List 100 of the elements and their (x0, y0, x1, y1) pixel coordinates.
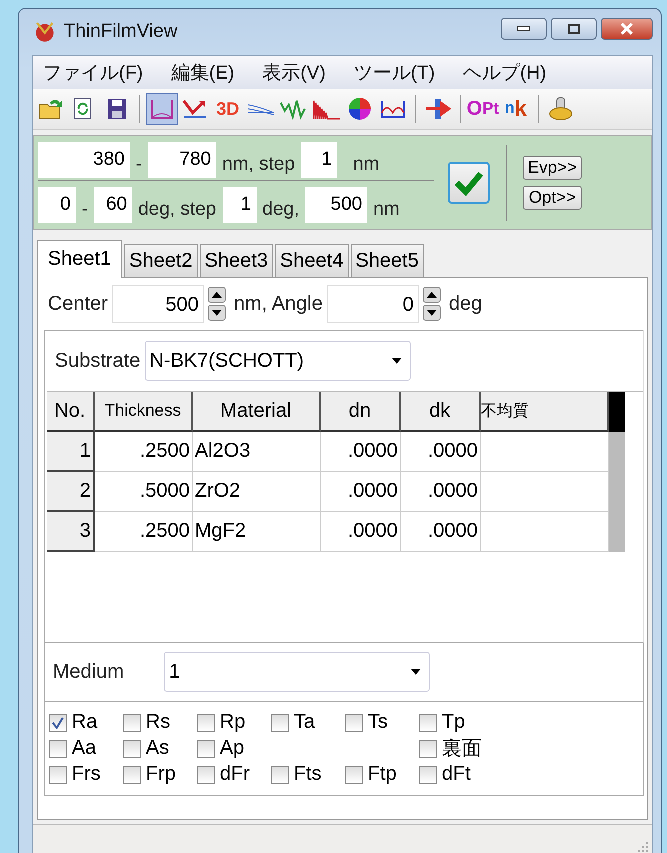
maximize-button[interactable] (551, 18, 597, 40)
checkbox-label: dFr (220, 763, 250, 786)
checkbox-label: As (146, 737, 170, 760)
sheet-tab[interactable]: Sheet5 (350, 244, 424, 277)
checkbox-label: Ta (294, 711, 316, 734)
checkbox[interactable] (123, 740, 141, 758)
substrate-dropdown[interactable]: N-BK7(SCHOTT) (144, 341, 411, 381)
sheet-tab[interactable]: Sheet4 (275, 244, 349, 277)
angle-field[interactable]: 0 (326, 285, 419, 323)
color-wheel-icon (346, 96, 374, 122)
close-button[interactable] (601, 18, 653, 40)
checkbox-label: Fts (294, 763, 322, 786)
table-cell: .5000 (95, 472, 193, 512)
checkbox[interactable] (419, 766, 437, 784)
unit-label: nm, step (222, 154, 296, 177)
menu-item[interactable]: ツール(T) (354, 60, 436, 86)
column-header[interactable]: Material (193, 392, 321, 432)
column-header[interactable]: dn (321, 392, 401, 432)
table-cell: .0000 (401, 432, 481, 472)
spin-buttons[interactable] (422, 287, 441, 321)
number-field[interactable]: 780 (148, 142, 216, 178)
maximize-icon (567, 23, 581, 35)
checkbox[interactable] (271, 766, 289, 784)
unit-label: nm, Angle (234, 292, 323, 316)
number-field[interactable]: 0 (38, 187, 76, 223)
option-button[interactable]: Opt>> (523, 186, 582, 210)
checkbox[interactable] (419, 714, 437, 732)
checkbox-label: Aa (72, 737, 96, 760)
table-cell: .2500 (95, 432, 193, 472)
minimize-button[interactable] (501, 18, 547, 40)
toolbar-button[interactable]: $^{n}$k (500, 93, 532, 125)
option-button[interactable]: Evp>> (523, 156, 582, 180)
number-field[interactable]: 60 (94, 187, 132, 223)
row-header[interactable]: 2 (47, 472, 95, 512)
table-cell: .2500 (95, 512, 193, 552)
dash-label: - (136, 154, 142, 177)
checkbox[interactable] (345, 766, 363, 784)
number-field[interactable]: 1 (301, 142, 338, 178)
sheet-tab[interactable]: Sheet3 (200, 244, 274, 277)
apply-button[interactable] (448, 162, 490, 204)
checkbox[interactable] (345, 714, 363, 732)
number-field[interactable]: 380 (38, 142, 130, 178)
checkbox-label: dFt (442, 763, 471, 786)
table-cell: ZrO2 (193, 472, 321, 512)
column-header[interactable]: dk (401, 392, 481, 432)
checkbox[interactable] (419, 740, 437, 758)
checkbox-label: Tp (442, 711, 466, 734)
unit-label: nm (353, 154, 380, 177)
checkbox[interactable] (123, 766, 141, 784)
dash-label: - (82, 199, 88, 222)
table-cell: .0000 (321, 512, 401, 552)
row-header[interactable]: 3 (47, 512, 95, 552)
checkbox[interactable] (49, 714, 67, 732)
checkbox-label: Rp (220, 711, 246, 734)
unit-label: nm (373, 199, 400, 222)
table-cell: .0000 (401, 512, 481, 552)
checkmark-icon (454, 170, 484, 196)
center-label: Center (48, 292, 108, 316)
dropdown-arrow-icon (392, 358, 402, 364)
window-title: ThinFilmView (64, 21, 179, 43)
toolbar-button[interactable]: 3D (212, 93, 244, 125)
checkbox[interactable] (49, 766, 67, 784)
checkbox[interactable] (271, 714, 289, 732)
menu-item[interactable]: 編集(E) (171, 60, 235, 86)
checkbox[interactable] (197, 740, 215, 758)
stamp-icon (548, 96, 574, 122)
checkbox[interactable] (197, 714, 215, 732)
checkbox-label: Ts (368, 711, 388, 734)
row-header[interactable]: 1 (47, 432, 95, 472)
number-field[interactable]: 500 (305, 187, 368, 223)
column-header[interactable]: Thickness (95, 392, 193, 432)
table-cell: .0000 (321, 472, 401, 512)
sheet-tab[interactable]: Sheet2 (124, 244, 198, 277)
number-field[interactable]: 1 (222, 187, 256, 223)
scrollbar[interactable] (609, 392, 625, 552)
menu-item[interactable]: 表示(V) (262, 60, 326, 86)
checkbox-label: 裏面 (442, 737, 482, 762)
column-header[interactable]: 不均質 (481, 392, 609, 432)
center-field[interactable]: 500 (112, 285, 204, 323)
unit-label: deg, (262, 199, 300, 222)
checkbox[interactable] (49, 740, 67, 758)
checkbox-label: Ftp (368, 763, 397, 786)
spin-buttons[interactable] (208, 287, 226, 321)
table-cell: MgF2 (193, 512, 321, 552)
substrate-label: Substrate (55, 350, 141, 372)
unit-label: deg, step (138, 199, 216, 222)
checkbox[interactable] (197, 766, 215, 784)
medium-dropdown[interactable]: 1 (164, 652, 430, 692)
unit-label: deg (448, 292, 482, 316)
scrollbar-thumb[interactable] (609, 392, 625, 432)
menu-item[interactable]: ヘルプ(H) (463, 60, 547, 86)
checkbox-label: Frs (72, 763, 101, 786)
sheet-tab[interactable]: Sheet1 (37, 240, 122, 278)
checkbox-label: Ap (220, 737, 244, 760)
menu-item[interactable]: ファイル(F) (43, 60, 144, 86)
dropdown-arrow-icon (411, 669, 422, 675)
checkbox[interactable] (123, 714, 141, 732)
column-header[interactable]: No. (47, 392, 95, 432)
minimize-icon (517, 26, 531, 32)
checkbox-label: Ra (72, 711, 98, 734)
